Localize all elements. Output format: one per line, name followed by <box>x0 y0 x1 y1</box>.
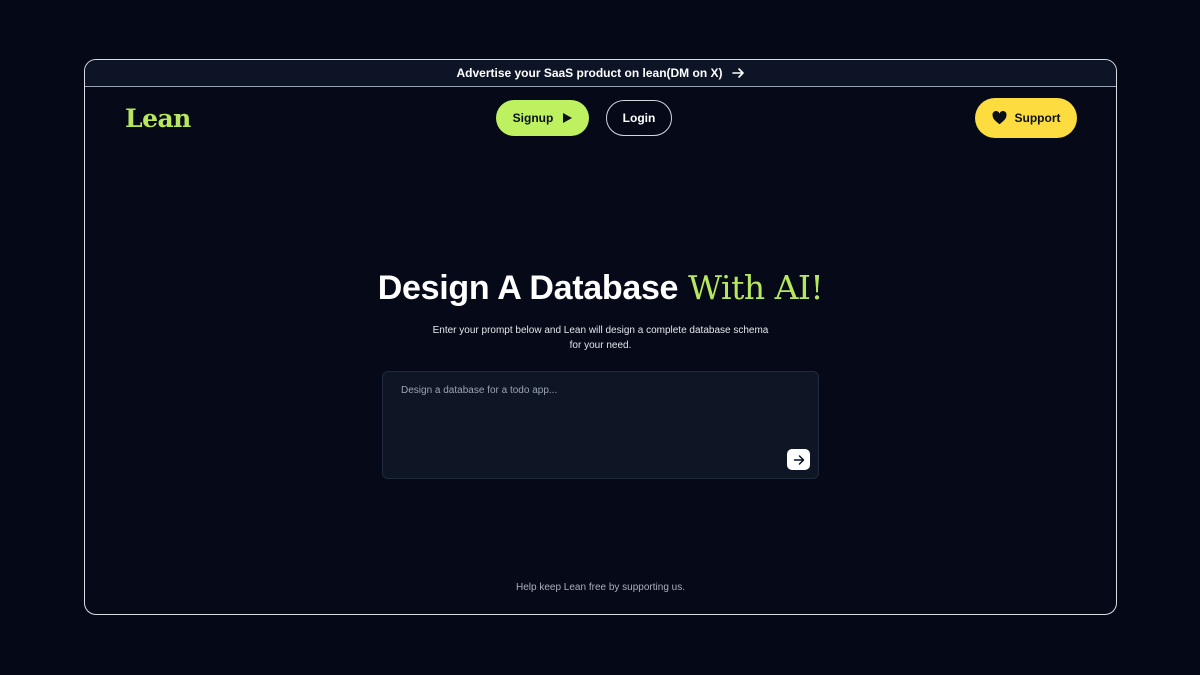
prompt-box <box>382 371 819 479</box>
play-icon <box>563 113 573 123</box>
navbar: Lean Signup Login Support <box>85 87 1116 151</box>
auth-buttons: Signup Login <box>496 100 672 136</box>
login-button[interactable]: Login <box>606 100 672 136</box>
support-button[interactable]: Support <box>975 98 1077 138</box>
announcement-bar[interactable]: Advertise your SaaS product on lean(DM o… <box>85 60 1116 87</box>
footer-note: Help keep Lean free by supporting us. <box>516 582 685 593</box>
signup-button[interactable]: Signup <box>496 100 589 136</box>
arrow-right-icon <box>731 68 744 78</box>
title-main: Design A Database <box>377 269 679 307</box>
logo[interactable]: Lean <box>125 104 191 133</box>
heart-icon <box>992 111 1006 125</box>
subtitle: Enter your prompt below and Lean will de… <box>432 325 769 351</box>
announcement-text: Advertise your SaaS product on lean(DM o… <box>456 66 723 80</box>
signup-label: Signup <box>512 111 554 125</box>
arrow-right-icon <box>793 454 804 465</box>
title-accent: With AI! <box>688 268 824 307</box>
support-label: Support <box>1014 111 1061 125</box>
page-title: Design A Database With AI! <box>377 268 824 308</box>
app-window: Advertise your SaaS product on lean(DM o… <box>84 59 1117 615</box>
hero-section: Design A Database With AI! Enter your pr… <box>85 268 1116 353</box>
prompt-input[interactable] <box>383 372 818 478</box>
send-button[interactable] <box>787 449 810 470</box>
